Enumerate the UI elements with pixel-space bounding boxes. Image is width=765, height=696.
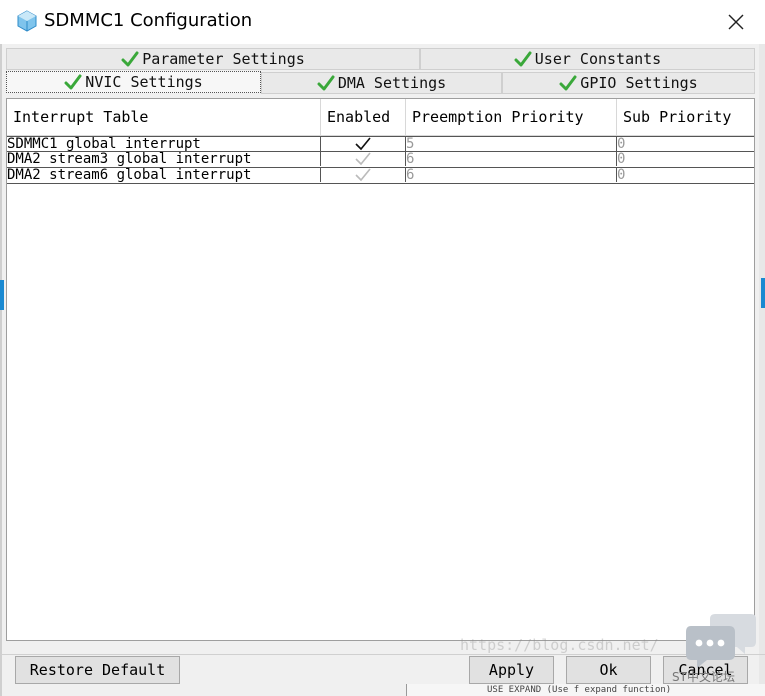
column-header-sub-priority[interactable]: Sub Priority [617, 99, 754, 135]
preemption-priority-cell[interactable]: 6 [406, 168, 617, 182]
cube-app-icon [17, 10, 37, 32]
tab-nvic-settings[interactable]: NVIC Settings [6, 71, 261, 93]
enabled-checkbox[interactable] [321, 137, 406, 151]
tab-label: NVIC Settings [85, 73, 203, 91]
checkmark-icon [355, 152, 371, 166]
enabled-checkbox [321, 168, 406, 182]
checkmark-icon [355, 137, 371, 151]
window-title: SDMMC1 Configuration [44, 10, 253, 31]
tab-label: GPIO Settings [580, 74, 698, 92]
check-icon [121, 51, 139, 67]
column-header-enabled[interactable]: Enabled [321, 99, 406, 135]
checkmark-icon [355, 168, 371, 182]
interrupt-name-cell: DMA2 stream3 global interrupt [7, 152, 321, 166]
column-header-interrupt-table[interactable]: Interrupt Table [7, 99, 321, 135]
tab-label: Parameter Settings [142, 50, 305, 68]
background-code-strip: USE EXPAND (Use f expand function) [406, 684, 765, 696]
tab-label: DMA Settings [337, 74, 447, 92]
close-button[interactable] [721, 8, 751, 36]
restore-default-button[interactable]: Restore Default [15, 656, 180, 684]
window-edge-right [759, 44, 765, 696]
footer-divider [0, 654, 765, 655]
sub-priority-cell[interactable]: 0 [617, 168, 754, 182]
tab-gpio-settings[interactable]: GPIO Settings [502, 72, 755, 94]
watermark-text: https://blog.csdn.net/ [460, 636, 659, 654]
background-accent-left [0, 280, 4, 310]
table-header: Interrupt Table Enabled Preemption Prior… [7, 99, 754, 136]
interrupt-name-cell: DMA2 stream6 global interrupt [7, 168, 321, 182]
column-header-preemption-priority[interactable]: Preemption Priority [406, 99, 617, 135]
check-icon [559, 75, 577, 91]
check-icon [514, 51, 532, 67]
sub-priority-cell[interactable]: 0 [617, 137, 754, 151]
window-edge-left [0, 44, 2, 696]
background-accent-right [761, 278, 765, 308]
tab-dma-settings[interactable]: DMA Settings [261, 72, 502, 94]
ok-button[interactable]: Ok [566, 656, 651, 684]
tab-label: User Constants [534, 50, 662, 68]
title-bar: SDMMC1 Configuration [0, 0, 765, 44]
table-row[interactable]: DMA2 stream3 global interrupt 6 0 [7, 152, 754, 168]
check-icon [317, 75, 335, 91]
interrupt-name-cell: SDMMC1 global interrupt [7, 137, 321, 151]
sub-priority-cell[interactable]: 0 [617, 152, 754, 166]
enabled-checkbox [321, 152, 406, 166]
apply-button[interactable]: Apply [469, 656, 554, 684]
close-icon [728, 14, 744, 30]
nvic-table-panel: Interrupt Table Enabled Preemption Prior… [6, 98, 755, 641]
preemption-priority-cell[interactable]: 5 [406, 137, 617, 151]
tab-user-constants[interactable]: User Constants [420, 48, 755, 70]
preemption-priority-cell[interactable]: 6 [406, 152, 617, 166]
table-row[interactable]: SDMMC1 global interrupt 5 0 [7, 136, 754, 152]
chat-bubble-icon [686, 614, 756, 668]
table-row[interactable]: DMA2 stream6 global interrupt 6 0 [7, 168, 754, 184]
forum-label: ST中文论坛 [672, 670, 735, 684]
check-icon [64, 74, 82, 90]
tab-parameter-settings[interactable]: Parameter Settings [6, 48, 420, 70]
